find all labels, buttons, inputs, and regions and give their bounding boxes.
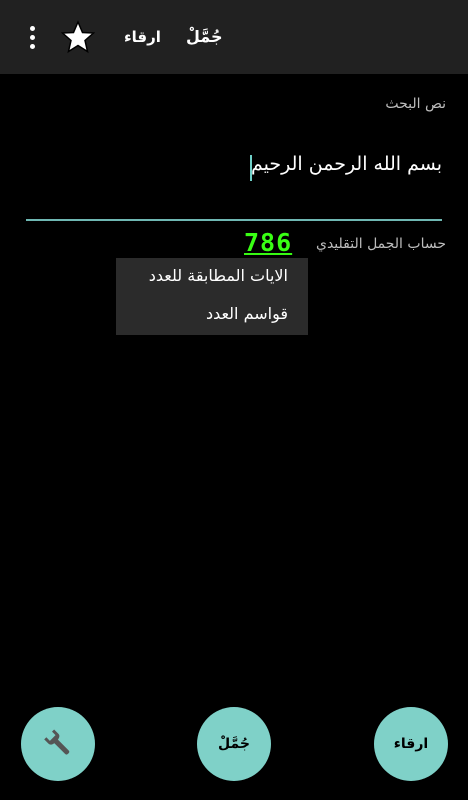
search-input-value: بسم الله الرحمن الرحيم — [251, 153, 442, 175]
jummal-button[interactable]: جُمَّلْ — [197, 707, 271, 781]
calc-value[interactable]: 786 — [244, 228, 292, 257]
calc-label: حساب الجمل التقليدي — [315, 236, 446, 252]
irqaa-button-label: ارقاء — [393, 736, 429, 752]
menu-item-number-divisors[interactable]: قواسم العدد — [206, 304, 288, 323]
search-label: نص البحث — [385, 96, 446, 112]
menu-item-matching-verses[interactable]: الايات المطابقة للعدد — [149, 266, 288, 285]
jummal-button-label: جُمَّلْ — [218, 736, 250, 752]
more-vertical-icon[interactable] — [20, 20, 44, 54]
irqaa-button[interactable]: ارقاء — [374, 707, 448, 781]
star-icon[interactable] — [61, 20, 95, 54]
search-input[interactable]: بسم الله الرحمن الرحيم — [26, 145, 442, 221]
irqaa-toolbar-button[interactable]: ارقاء — [124, 24, 161, 50]
jummal-toolbar-button[interactable]: جُمَّلْ — [186, 24, 223, 50]
tools-button[interactable] — [21, 707, 95, 781]
wrench-icon — [44, 729, 70, 755]
context-menu: الايات المطابقة للعدد قواسم العدد — [116, 258, 308, 335]
app-toolbar: ارقاء جُمَّلْ — [0, 0, 468, 74]
